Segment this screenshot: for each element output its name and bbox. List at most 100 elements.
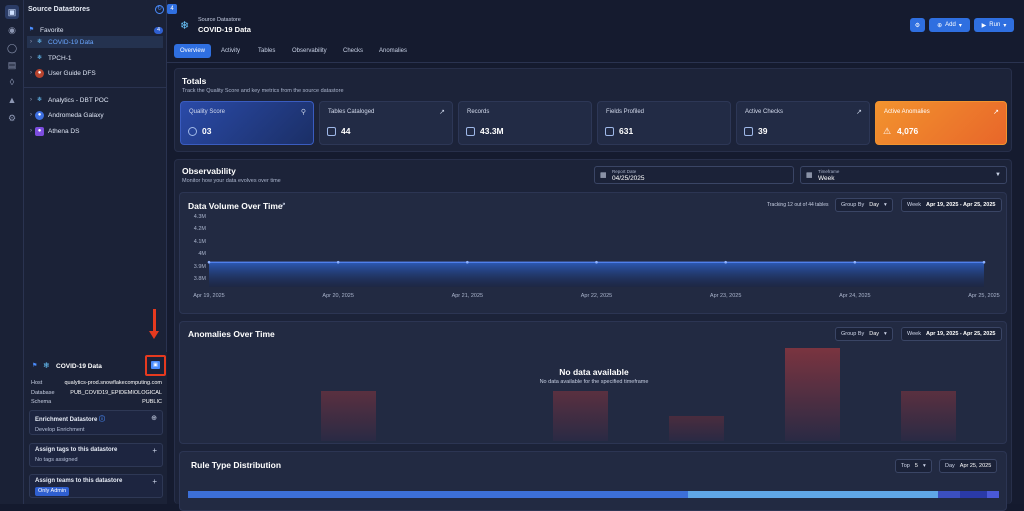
- card-value: 39: [758, 126, 768, 136]
- chevron-down-icon: ▼: [995, 172, 1001, 178]
- y-tick-label: 4.1M: [193, 238, 206, 245]
- card-value: 631: [619, 126, 634, 136]
- sidebar-item-analytics-dbt-poc[interactable]: › ❄ Analytics - DBT POC: [27, 94, 163, 106]
- distribution-segment[interactable]: [938, 491, 960, 498]
- header-subtitle: Source Datastore: [198, 17, 241, 23]
- sidebar-item-andromeda-galaxy[interactable]: › ● Andromeda Galaxy: [27, 109, 163, 121]
- collapse-panel-icon[interactable]: ▣: [151, 361, 160, 369]
- volume-point[interactable]: [853, 260, 857, 264]
- settings-icon[interactable]: ⚙: [5, 111, 19, 125]
- placeholder-bar: [901, 391, 956, 441]
- chevron-right-icon[interactable]: ›: [27, 55, 35, 61]
- bookmark-icon[interactable]: ⚑: [32, 362, 37, 369]
- volume-point[interactable]: [595, 260, 598, 264]
- snowflake-icon: ❄: [180, 20, 190, 32]
- annotation-arrow-head: [149, 331, 159, 339]
- run-label: Run: [989, 22, 1001, 28]
- globe-icon[interactable]: ◉: [5, 23, 19, 37]
- chevron-right-icon[interactable]: ›: [27, 112, 35, 118]
- add-team-icon[interactable]: +: [152, 477, 157, 486]
- y-tick-label: 4.2M: [193, 226, 206, 233]
- top-label: Top: [901, 463, 910, 469]
- icon-rail: ▣ ◉ ◯ ▤ ◊ ▲ ⚙: [0, 0, 24, 504]
- bookmark-icon: ⚑: [28, 26, 35, 33]
- add-button[interactable]: ⊕ Add ▾: [929, 18, 970, 32]
- rule-distribution-title: Rule Type Distribution: [191, 460, 282, 470]
- top-select[interactable]: Top 5 ▾: [895, 459, 932, 473]
- sidebar-item-athena-ds[interactable]: › ● Athena DS: [27, 125, 163, 137]
- database-icon[interactable]: ▣: [5, 5, 19, 19]
- date-range-select[interactable]: Week Apr 19, 2025 - Apr 25, 2025: [901, 327, 1002, 341]
- sidebar-item-label: Analytics - DBT POC: [48, 96, 109, 104]
- distribution-segment[interactable]: [188, 491, 688, 498]
- chevron-right-icon[interactable]: ›: [27, 128, 35, 134]
- date-select[interactable]: Day Apr 25, 2025: [939, 459, 998, 473]
- report-date-label: Report Date: [612, 169, 637, 174]
- report-date-picker[interactable]: ▦ Report Date 04/25/2025: [594, 166, 794, 184]
- team-badge[interactable]: Only Admin: [35, 487, 70, 496]
- list-icon: [466, 127, 475, 136]
- add-tag-icon[interactable]: +: [152, 446, 157, 455]
- favorite-group[interactable]: ⚑ Favorite 4: [27, 24, 163, 36]
- sidebar-item-user-guide-dfs[interactable]: › ● User Guide DFS: [27, 67, 163, 79]
- tab-tables[interactable]: Tables: [252, 44, 281, 58]
- host-value: qualytics-prod.snowflakecomputing.com: [64, 380, 162, 386]
- distribution-segment[interactable]: [688, 491, 938, 498]
- totals-title: Totals: [182, 76, 207, 86]
- warning-icon: ⚠: [883, 126, 892, 136]
- distribution-segment[interactable]: [987, 491, 999, 498]
- tab-checks[interactable]: Checks: [337, 44, 369, 58]
- chevron-right-icon[interactable]: ›: [27, 39, 35, 45]
- quality-score-card[interactable]: Quality Score ⚲ 03: [180, 101, 314, 145]
- volume-point[interactable]: [982, 260, 986, 264]
- refresh-icon[interactable]: ↻: [155, 5, 164, 14]
- divider: [24, 87, 167, 88]
- enrichment-title: Enrichment Datastore: [35, 417, 98, 423]
- play-icon: ▶: [981, 22, 987, 29]
- run-button[interactable]: ▶ Run ▾: [974, 18, 1014, 32]
- add-circle-icon[interactable]: ⊕: [151, 414, 157, 422]
- teams-title: Assign teams to this datastore: [35, 478, 123, 484]
- volume-point[interactable]: [724, 260, 727, 264]
- enrichment-value: Develop Enrichment: [35, 427, 85, 433]
- volume-point[interactable]: [207, 260, 211, 264]
- day-label: Day: [945, 463, 955, 469]
- fields-profiled-card[interactable]: Fields Profiled 631: [597, 101, 731, 145]
- tab-overview[interactable]: Overview: [174, 44, 212, 58]
- database-label: Database: [31, 390, 55, 396]
- volume-point[interactable]: [466, 260, 469, 264]
- calendar-icon: ▦: [806, 172, 813, 179]
- external-link-icon[interactable]: ↗: [439, 108, 445, 116]
- active-checks-card[interactable]: Active Checks ↗ 39: [736, 101, 870, 145]
- org-chart-icon[interactable]: ▲: [5, 93, 19, 107]
- chevron-right-icon[interactable]: ›: [27, 70, 35, 76]
- sidebar-item-label: Athena DS: [48, 127, 80, 135]
- active-anomalies-card[interactable]: Active Anomalies ↗ ⚠ 4,076: [875, 101, 1007, 145]
- compass-icon[interactable]: ◯: [5, 41, 19, 55]
- sidebar-toggle-badge[interactable]: 4: [167, 4, 177, 14]
- tag-icon[interactable]: ◊: [5, 75, 19, 89]
- info-icon[interactable]: ⓘ: [99, 417, 105, 423]
- external-link-icon[interactable]: ↗: [856, 108, 862, 116]
- external-link-icon[interactable]: ↗: [993, 108, 999, 116]
- tab-activity[interactable]: Activity: [215, 44, 246, 58]
- settings-button[interactable]: ⚙: [910, 18, 925, 32]
- timeframe-select[interactable]: ▦ Timeframe Week ▼: [800, 166, 1007, 184]
- tables-cataloged-card[interactable]: Tables Cataloged ↗ 44: [319, 101, 453, 145]
- x-tick-label: Apr 22, 2025: [580, 293, 613, 299]
- snowflake-icon: ❄: [36, 54, 43, 61]
- volume-area: [209, 262, 984, 287]
- sidebar-item-covid-19-data[interactable]: › ❄ COVID-19 Data: [27, 36, 163, 48]
- distribution-segment[interactable]: [960, 491, 987, 498]
- tab-anomalies[interactable]: Anomalies: [373, 44, 413, 58]
- chevron-right-icon[interactable]: ›: [27, 97, 35, 103]
- search-icon[interactable]: ⚲: [301, 108, 306, 116]
- clipboard-icon[interactable]: ▤: [5, 58, 19, 72]
- x-tick-label: Apr 24, 2025: [839, 293, 871, 299]
- volume-point[interactable]: [336, 260, 340, 264]
- group-by-select[interactable]: Group By Day ▾: [835, 327, 893, 341]
- sidebar-item-tpch-1[interactable]: › ❄ TPCH-1: [27, 52, 163, 64]
- group-by-value: Day: [869, 331, 880, 337]
- tab-observability[interactable]: Observability: [286, 44, 333, 58]
- records-card[interactable]: Records 43.3M: [458, 101, 592, 145]
